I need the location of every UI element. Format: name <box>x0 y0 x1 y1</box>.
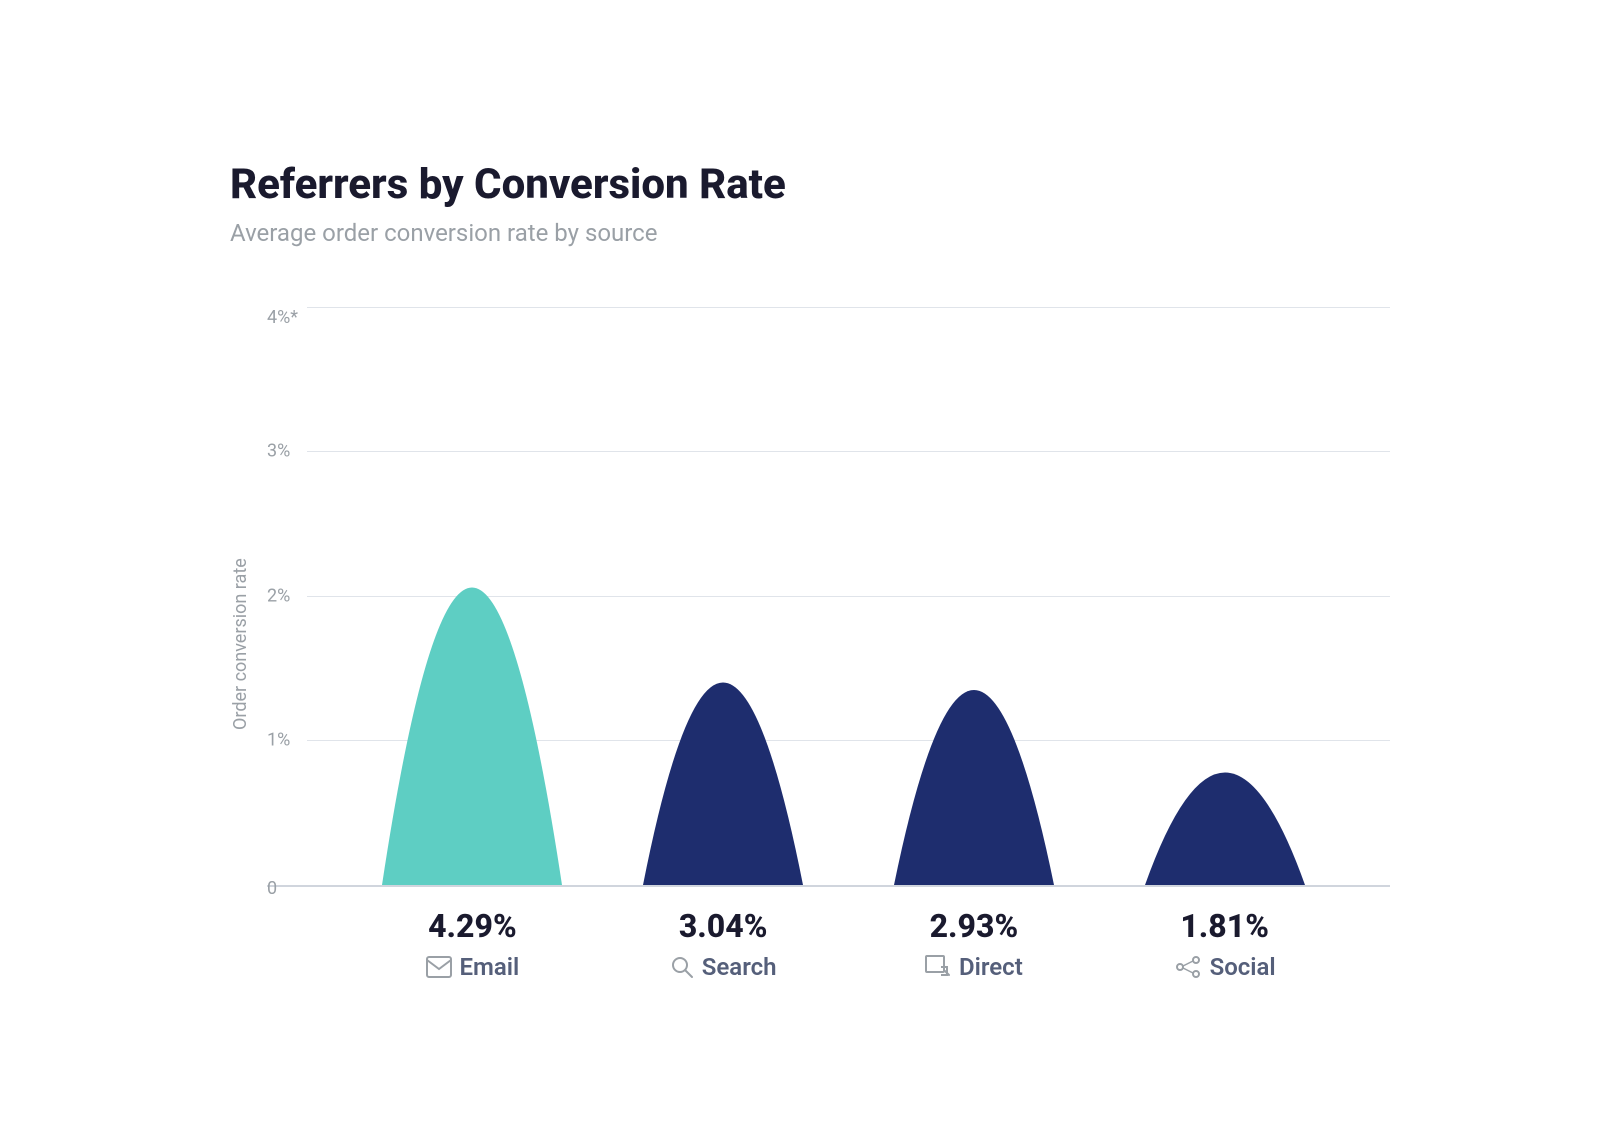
chart-area: Order conversion rate 4%* 3% 2% 1% 0 <box>230 307 1390 981</box>
social-percentage: 1.81% <box>1180 907 1269 945</box>
bar-social <box>1125 320 1325 885</box>
direct-icon <box>925 955 951 979</box>
search-icon <box>670 955 694 979</box>
chart-container: Referrers by Conversion Rate Average ord… <box>150 100 1450 1041</box>
chart-body: 4%* 3% 2% 1% 0 <box>267 307 1390 981</box>
social-label: Social <box>1174 953 1276 981</box>
email-percentage: 4.29% <box>428 907 517 945</box>
labels-row: 4.29% Email 3.04% <box>307 907 1390 981</box>
label-group-email: 4.29% Email <box>372 907 572 981</box>
bar-search <box>623 320 823 885</box>
label-group-search: 3.04% Search <box>623 907 823 981</box>
grid-and-bars: 4%* 3% 2% 1% 0 <box>267 307 1390 887</box>
label-group-direct: 2.93% Direct <box>874 907 1074 981</box>
chart-title: Referrers by Conversion Rate <box>230 160 1390 209</box>
bars-wrapper <box>307 307 1390 885</box>
search-label: Search <box>670 953 777 981</box>
grid-label-2: 2% <box>267 585 290 606</box>
grid-label-4: 4%* <box>267 307 298 328</box>
mountain-email <box>372 320 572 885</box>
mountain-social <box>1125 320 1325 885</box>
search-percentage: 3.04% <box>679 907 768 945</box>
mountain-search <box>623 320 823 885</box>
email-icon <box>426 956 452 978</box>
label-group-social: 1.81% Social <box>1125 907 1325 981</box>
grid-label-1: 1% <box>267 730 290 751</box>
bar-direct <box>874 320 1074 885</box>
grid-label-0: 0 <box>267 878 277 899</box>
email-label: Email <box>426 953 520 981</box>
bar-email <box>372 320 572 885</box>
direct-label: Direct <box>925 953 1023 981</box>
social-icon <box>1174 956 1202 978</box>
chart-subtitle: Average order conversion rate by source <box>230 219 1390 247</box>
direct-percentage: 2.93% <box>930 907 1019 945</box>
y-axis-label: Order conversion rate <box>230 307 251 981</box>
mountain-direct <box>874 320 1074 885</box>
grid-label-3: 3% <box>267 441 290 462</box>
